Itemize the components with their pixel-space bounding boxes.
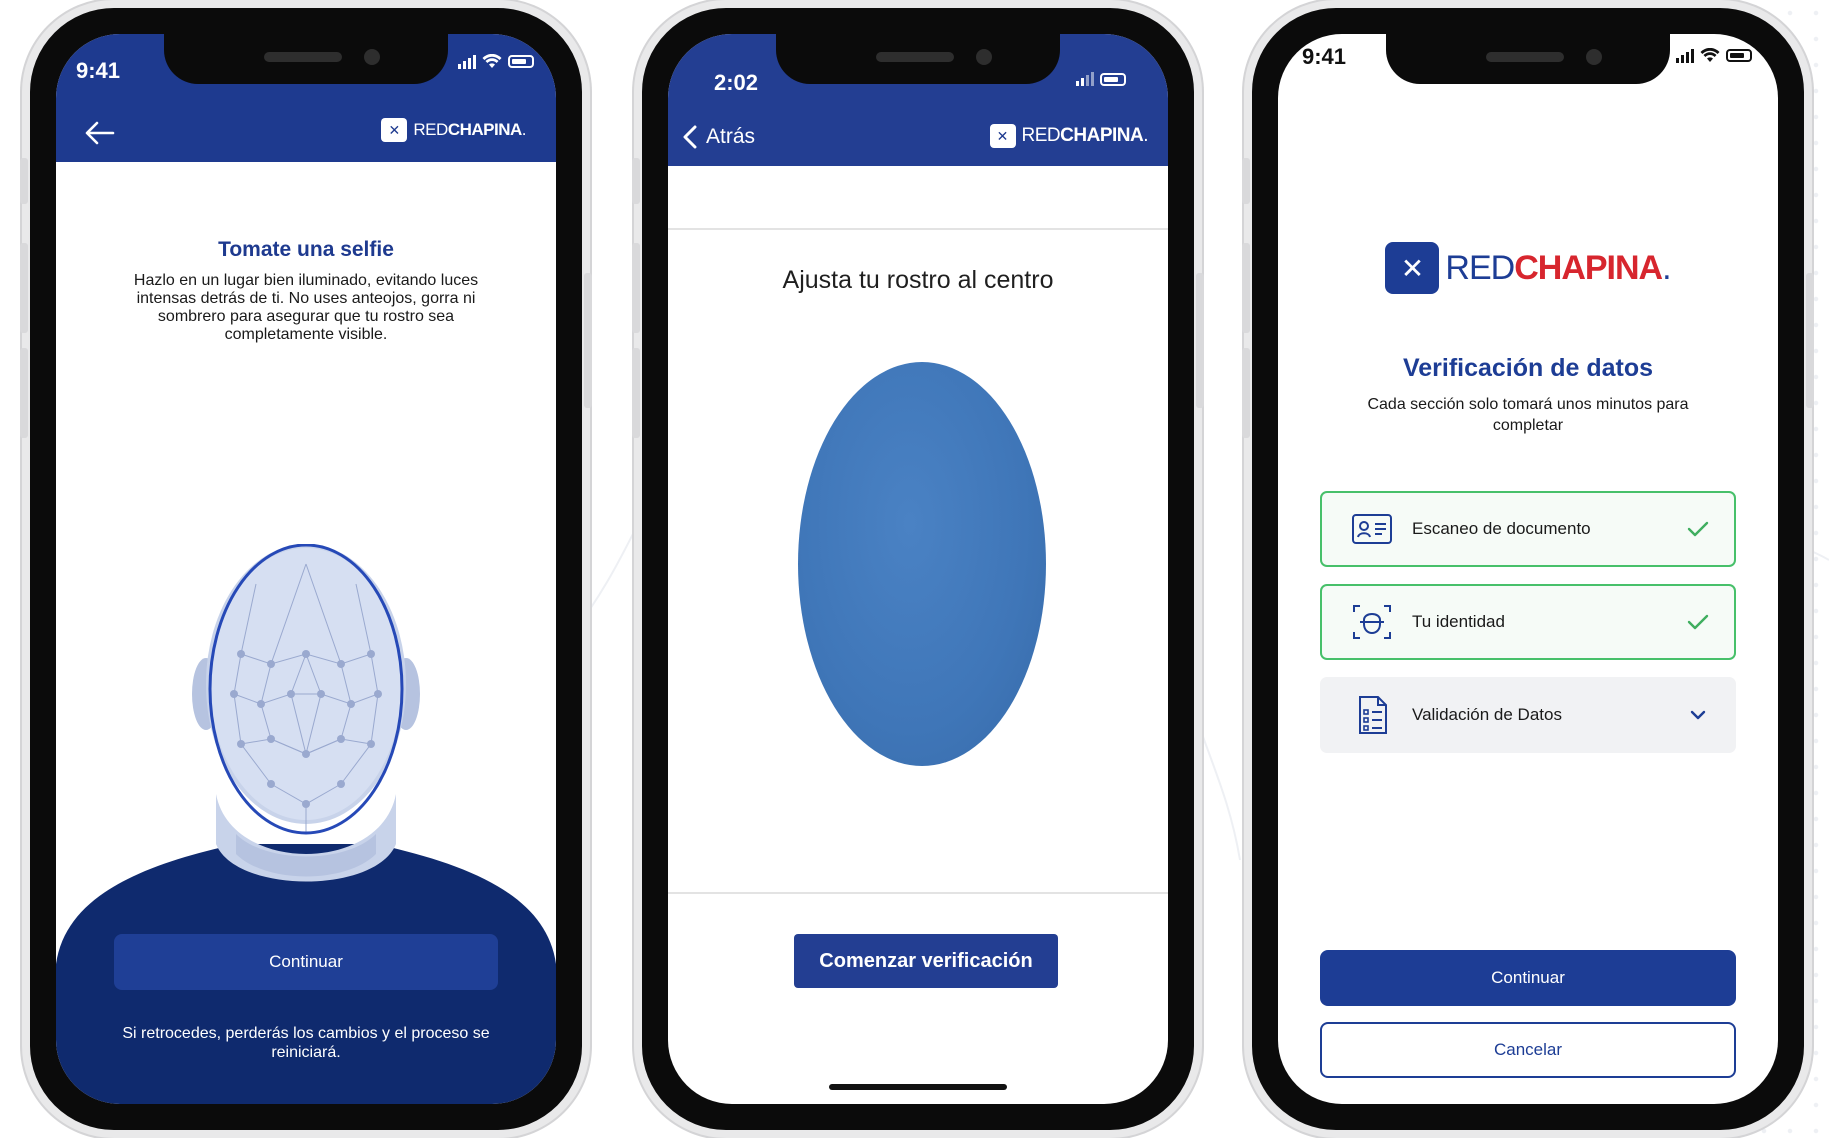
brand-text-light: RED <box>1445 248 1515 287</box>
checkmark-icon <box>1687 614 1709 630</box>
section-label: Tu identidad <box>1412 612 1505 631</box>
face-capture-oval <box>798 362 1046 766</box>
back-button[interactable]: Atrás <box>682 124 755 150</box>
phone-data-verification: 9:41 ✕ REDCHAPINA. Verificación de datos… <box>1242 0 1814 1138</box>
status-icons <box>1676 48 1752 63</box>
brand-text-bold: CHAPINA <box>447 120 522 139</box>
volume-down-button <box>1242 348 1250 438</box>
cancel-button[interactable]: Cancelar <box>1320 1022 1736 1078</box>
section-label: Escaneo de documento <box>1412 519 1591 538</box>
face-instruction: Ajusta tu rostro al centro <box>782 266 1054 294</box>
brand-text-dot: . <box>1662 248 1672 287</box>
continue-button[interactable]: Continuar <box>1320 950 1736 1006</box>
signal-icon <box>1676 48 1694 63</box>
brand-text-dot: . <box>521 120 527 139</box>
mute-switch <box>1242 158 1250 204</box>
status-time: 2:02 <box>714 70 759 95</box>
screen: 9:41 ✕ REDCHAPINA. Tomate una selfie Haz… <box>56 34 556 1104</box>
volume-up-button <box>20 243 28 333</box>
notch <box>1386 34 1670 84</box>
volume-down-button <box>20 348 28 438</box>
arrow-left-icon[interactable] <box>84 120 116 146</box>
phone-face-capture: 2:02 Atrás ✕ REDCHAPINA. Ajusta tu rostr… <box>632 0 1204 1138</box>
home-indicator <box>829 1084 1007 1090</box>
volume-down-button <box>632 348 640 438</box>
instructions-text: Hazlo en un lugar bien iluminado, evitan… <box>133 272 479 343</box>
battery-icon <box>1726 49 1752 62</box>
continue-button[interactable]: Continuar <box>114 934 498 990</box>
brand-logo: ✕ REDCHAPINA. <box>989 124 1148 148</box>
back-label: Atrás <box>706 125 756 148</box>
volume-up-button <box>1242 243 1250 333</box>
section-label: Validación de Datos <box>1412 705 1562 724</box>
battery-icon <box>1100 72 1126 86</box>
redchapina-logo-icon: ✕ <box>1385 242 1440 294</box>
face-scan-icon <box>1353 605 1391 639</box>
chevron-left-icon <box>683 125 697 149</box>
selfie-illustration <box>56 544 556 1104</box>
signal-icon <box>1076 72 1094 86</box>
id-card-icon <box>1352 514 1392 544</box>
brand-logo: ✕ REDCHAPINA. <box>1278 242 1778 294</box>
brand-text-light: RED <box>413 120 448 139</box>
brand-logo: ✕ REDCHAPINA. <box>381 118 527 142</box>
phone-selfie-instructions: 9:41 ✕ REDCHAPINA. Tomate una selfie Haz… <box>20 0 592 1138</box>
screen: 9:41 ✕ REDCHAPINA. Verificación de datos… <box>1278 34 1778 1104</box>
page-title: Tomate una selfie <box>218 238 394 261</box>
divider <box>668 892 1168 894</box>
chevron-down-icon[interactable] <box>1686 703 1710 727</box>
warning-footnote: Si retrocedes, perderás los cambios y el… <box>122 1025 490 1061</box>
brand-text-bold: CHAPINA <box>1514 248 1663 287</box>
brand-text-light: RED <box>1021 125 1061 146</box>
status-icons <box>458 54 534 69</box>
start-verification-button[interactable]: Comenzar verificación <box>794 934 1058 988</box>
signal-icon <box>458 54 476 69</box>
page-title: Verificación de datos <box>1402 354 1654 382</box>
wifi-icon <box>482 54 502 68</box>
power-button <box>584 273 592 408</box>
redchapina-logo-icon: ✕ <box>989 124 1016 148</box>
power-button <box>1196 273 1204 408</box>
battery-icon <box>508 55 534 68</box>
document-list-icon <box>1359 696 1387 734</box>
notch <box>776 34 1060 84</box>
mute-switch <box>632 158 640 204</box>
section-document-scan[interactable]: Escaneo de documento <box>1320 491 1736 567</box>
power-button <box>1806 273 1814 408</box>
status-time: 9:41 <box>1302 44 1347 69</box>
checkmark-icon <box>1687 521 1709 537</box>
status-icons <box>1076 72 1126 86</box>
mute-switch <box>20 158 28 204</box>
volume-up-button <box>632 243 640 333</box>
notch <box>164 34 448 84</box>
brand-text-dot: . <box>1143 125 1148 146</box>
section-data-validation[interactable]: Validación de Datos <box>1320 677 1736 753</box>
screen: 2:02 Atrás ✕ REDCHAPINA. Ajusta tu rostr… <box>668 34 1168 1104</box>
brand-text-bold: CHAPINA <box>1060 125 1144 146</box>
wifi-icon <box>1700 48 1720 62</box>
status-time: 9:41 <box>76 58 121 83</box>
page-subtitle: Cada sección solo tomará unos minutos pa… <box>1367 396 1689 434</box>
redchapina-logo-icon: ✕ <box>381 118 408 142</box>
section-identity[interactable]: Tu identidad <box>1320 584 1736 660</box>
divider <box>668 228 1168 230</box>
